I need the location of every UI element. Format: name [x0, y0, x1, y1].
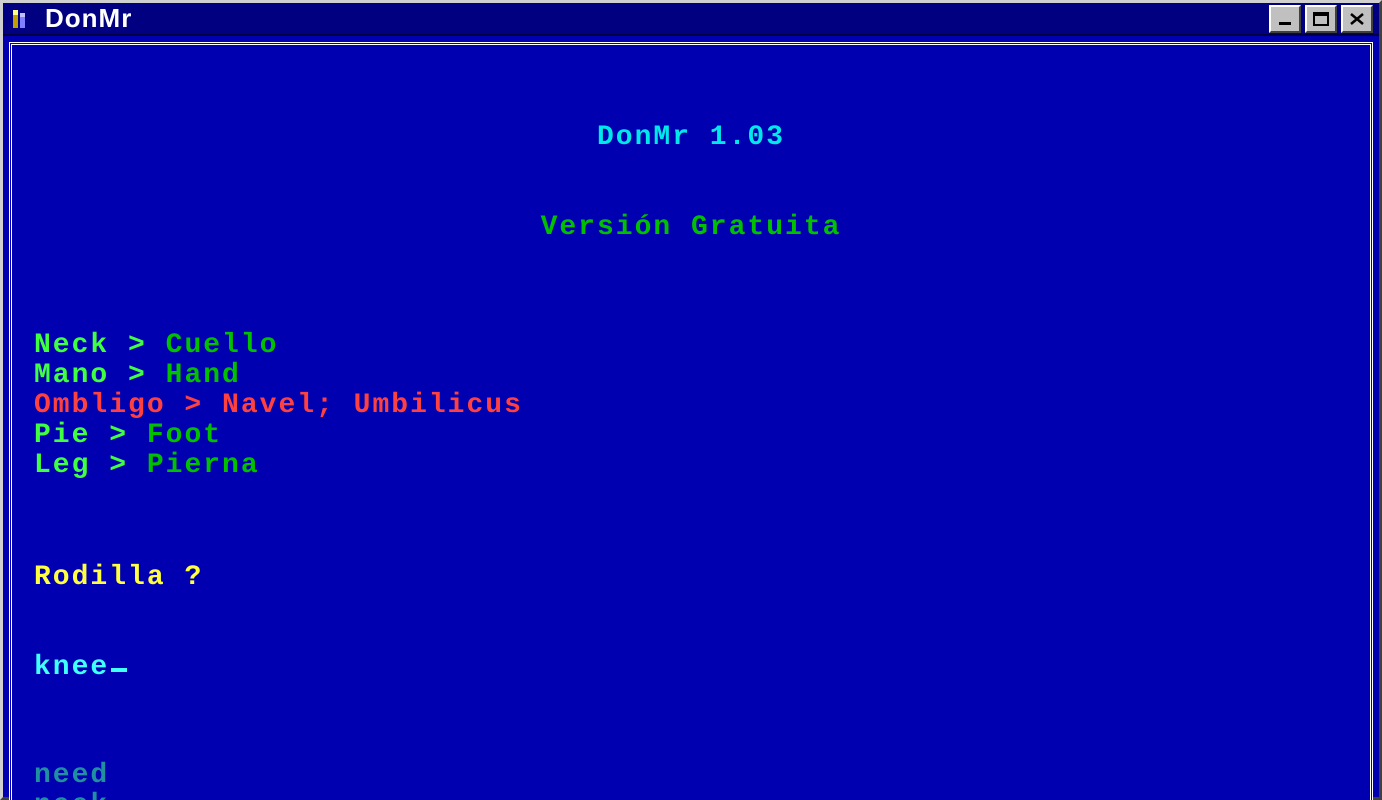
history-line: Ombligo > Navel; Umbilicus — [34, 391, 1348, 421]
history-separator: > — [109, 360, 165, 391]
maximize-button[interactable] — [1305, 5, 1337, 33]
history-term: Leg — [34, 450, 90, 481]
history-term: Neck — [34, 330, 109, 361]
app-title: DonMr 1.03 — [34, 123, 1348, 153]
terminal-area: DonMr 1.03 Versión Gratuita Neck > Cuell… — [9, 42, 1373, 800]
prompt-marker: ? — [184, 562, 203, 593]
prompt-line: Rodilla ? — [34, 563, 1348, 593]
history-separator: > — [166, 390, 222, 421]
minimize-button[interactable] — [1269, 5, 1301, 33]
user-input: knee — [34, 652, 109, 683]
window-title: DonMr — [45, 3, 1269, 34]
history-term: Ombligo — [34, 390, 166, 421]
app-header: DonMr 1.03 Versión Gratuita — [34, 63, 1348, 303]
suggestion-item[interactable]: neek — [34, 791, 1348, 800]
history-separator: > — [90, 450, 146, 481]
prompt-block: Rodilla ? knee — [34, 503, 1348, 743]
history-separator: > — [109, 330, 165, 361]
suggestion-item[interactable]: need — [34, 761, 1348, 791]
history-line: Neck > Cuello — [34, 331, 1348, 361]
history-term: Pie — [34, 420, 90, 451]
app-window: DonMr DonMr 1.03 Versión Gratuita Neck >… — [0, 0, 1382, 800]
app-icon — [9, 7, 33, 31]
window-controls — [1269, 5, 1373, 33]
history-term: Mano — [34, 360, 109, 391]
history-translation: Foot — [147, 420, 222, 451]
titlebar: DonMr — [3, 3, 1379, 36]
history-translation: Navel; Umbilicus — [222, 390, 523, 421]
history-line: Pie > Foot — [34, 421, 1348, 451]
suggestions-list: needneeknee — [34, 761, 1348, 800]
history-list: Neck > CuelloMano > HandOmbligo > Navel;… — [34, 331, 1348, 481]
prompt-word: Rodilla — [34, 562, 166, 593]
history-translation: Pierna — [147, 450, 260, 481]
history-translation: Hand — [166, 360, 241, 391]
close-button[interactable] — [1341, 5, 1373, 33]
input-line[interactable]: knee — [34, 653, 1348, 683]
history-line: Mano > Hand — [34, 361, 1348, 391]
text-cursor — [111, 668, 127, 672]
app-subtitle: Versión Gratuita — [34, 213, 1348, 243]
history-separator: > — [90, 420, 146, 451]
history-translation: Cuello — [166, 330, 279, 361]
history-line: Leg > Pierna — [34, 451, 1348, 481]
